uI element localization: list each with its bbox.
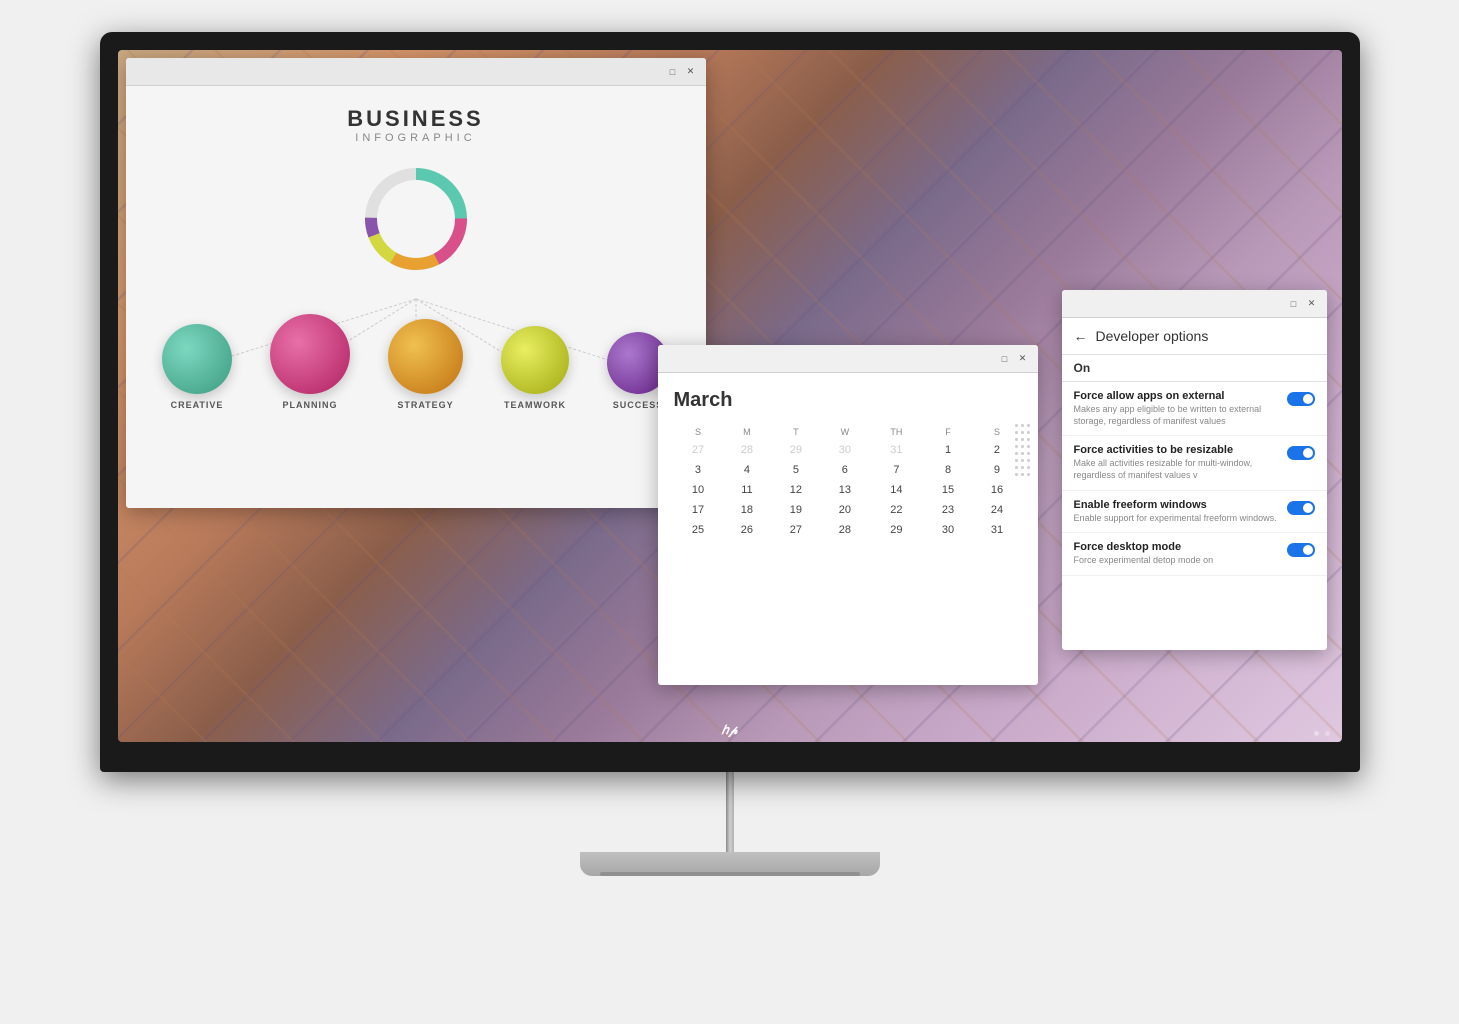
dev-option-4-text: Force desktop mode Force experimental de… — [1074, 541, 1287, 567]
monitor-neck — [726, 772, 734, 852]
dev-option-3-text: Enable freeform windows Enable support f… — [1074, 499, 1287, 525]
dev-option-2: Force activities to be resizable Make al… — [1062, 436, 1327, 490]
bubble-strategy-label: STRATEGY — [397, 400, 453, 410]
business-sub-title: INFOGRAPHIC — [347, 132, 483, 144]
col-fri: F — [924, 424, 973, 440]
table-row: 10 11 12 13 14 15 16 — [674, 480, 1022, 500]
dev-option-2-title: Force activities to be resizable — [1074, 444, 1279, 456]
dev-option-1-toggle[interactable] — [1287, 392, 1315, 406]
dev-titlebar: □ ✕ — [1062, 290, 1327, 318]
calendar-dots-decoration — [1015, 424, 1030, 476]
bubble-creative: CREATIVE — [162, 324, 232, 410]
bubble-teamwork-label: TEAMWORK — [504, 400, 566, 410]
dev-option-1-desc: Makes any app eligible to be written to … — [1074, 404, 1279, 427]
monitor-screen: □ ✕ BUSINESS INFOGRAPHIC — [118, 50, 1342, 742]
col-wed: W — [820, 424, 869, 440]
calendar-grid: S M T W TH F S — [674, 424, 1022, 540]
bubble-creative-label: CREATIVE — [171, 400, 224, 410]
calendar-month: March — [674, 389, 1022, 412]
dev-option-4-toggle[interactable] — [1287, 543, 1315, 557]
dev-option-2-desc: Make all activities resizable for multi-… — [1074, 458, 1279, 481]
bubble-strategy-circle — [388, 319, 463, 394]
dev-option-4: Force desktop mode Force experimental de… — [1062, 533, 1327, 576]
indicator-dot — [1314, 731, 1319, 736]
dev-option-4-title: Force desktop mode — [1074, 541, 1279, 553]
dev-option-2-toggle[interactable] — [1287, 446, 1315, 460]
calendar-close-btn[interactable]: ✕ — [1016, 352, 1030, 366]
col-thu: TH — [869, 424, 923, 440]
dev-back-arrow-icon[interactable]: ← — [1074, 328, 1088, 344]
developer-options-window[interactable]: □ ✕ ← Developer options On Force allow a… — [1062, 290, 1327, 650]
table-row: 3 4 5 6 7 8 9 — [674, 460, 1022, 480]
dev-option-1-text: Force allow apps on external Makes any a… — [1074, 390, 1287, 427]
dev-option-3: Enable freeform windows Enable support f… — [1062, 491, 1327, 534]
dev-minimize-btn[interactable]: □ — [1287, 297, 1301, 311]
dev-title: Developer options — [1096, 328, 1209, 344]
infographic-window[interactable]: □ ✕ BUSINESS INFOGRAPHIC — [126, 58, 706, 508]
bubble-success-label: SUCCESS — [613, 400, 664, 410]
monitor: □ ✕ BUSINESS INFOGRAPHIC — [80, 32, 1380, 992]
col-sun: S — [674, 424, 723, 440]
screen-bottom-indicators — [1302, 725, 1342, 742]
col-tue: T — [771, 424, 820, 440]
dev-close-btn[interactable]: ✕ — [1305, 297, 1319, 311]
infographic-close-btn[interactable]: ✕ — [684, 65, 698, 79]
bubble-teamwork: TEAMWORK — [501, 326, 569, 410]
calendar-titlebar: □ ✕ — [658, 345, 1038, 373]
dev-option-3-desc: Enable support for experimental freeform… — [1074, 513, 1279, 525]
hp-logo-screen: ℎ𝓅 — [721, 723, 737, 738]
bubble-planning: PLANNING — [270, 314, 350, 410]
donut-chart-svg — [356, 159, 476, 279]
bubbles-row: CREATIVE PLANNING STRATEGY — [156, 314, 676, 410]
infographic-minimize-btn[interactable]: □ — [666, 65, 680, 79]
circle-chart — [356, 159, 476, 279]
table-row: 27 28 29 30 31 1 2 — [674, 440, 1022, 460]
dev-header: ← Developer options — [1062, 318, 1327, 355]
calendar-window[interactable]: □ ✕ March S M T W — [658, 345, 1038, 685]
monitor-bezel: □ ✕ BUSINESS INFOGRAPHIC — [100, 32, 1360, 772]
col-mon: M — [722, 424, 771, 440]
calendar-content: March S M T W TH F — [658, 373, 1038, 556]
calendar-minimize-btn[interactable]: □ — [998, 352, 1012, 366]
dev-status: On — [1062, 355, 1327, 382]
infographic-content: BUSINESS INFOGRAPHIC — [126, 86, 706, 508]
business-main-title: BUSINESS — [347, 106, 483, 132]
dev-option-3-title: Enable freeform windows — [1074, 499, 1279, 511]
table-row: 17 18 19 20 22 23 24 — [674, 500, 1022, 520]
business-title: BUSINESS INFOGRAPHIC — [347, 106, 483, 144]
bubble-teamwork-circle — [501, 326, 569, 394]
dev-option-3-toggle[interactable] — [1287, 501, 1315, 515]
indicator-dot — [1325, 731, 1330, 736]
bubble-planning-circle — [270, 314, 350, 394]
table-row: 25 26 27 28 29 30 31 — [674, 520, 1022, 540]
infographic-titlebar: □ ✕ — [126, 58, 706, 86]
dev-option-4-desc: Force experimental detop mode on — [1074, 555, 1279, 567]
dev-option-1: Force allow apps on external Makes any a… — [1062, 382, 1327, 436]
dev-option-2-text: Force activities to be resizable Make al… — [1074, 444, 1287, 481]
bubble-strategy: STRATEGY — [388, 319, 463, 410]
dev-option-1-title: Force allow apps on external — [1074, 390, 1279, 402]
monitor-base — [580, 852, 880, 876]
bubble-planning-label: PLANNING — [283, 400, 338, 410]
bubble-creative-circle — [162, 324, 232, 394]
